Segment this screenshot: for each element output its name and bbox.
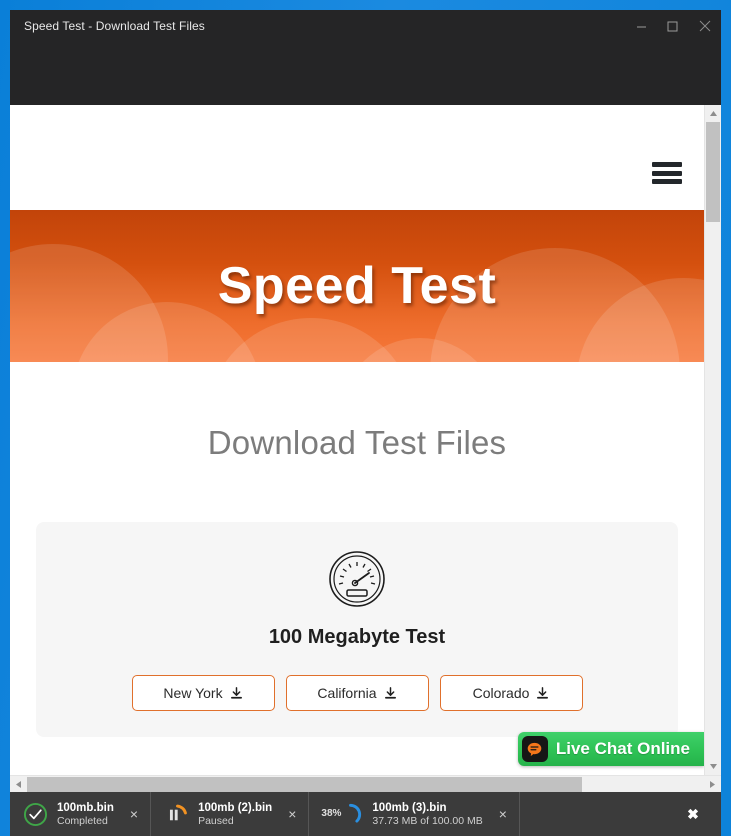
downloads-bar: 100mb.bin Completed × 100mb (2).bin Paus…: [10, 792, 721, 836]
cloud-shape: [206, 318, 416, 362]
download-button-california[interactable]: California: [285, 675, 429, 711]
scroll-up-arrow-icon[interactable]: [705, 105, 721, 122]
close-button[interactable]: [688, 10, 721, 42]
location-label: California: [317, 685, 377, 701]
window-controls: [626, 10, 721, 42]
hamburger-bar: [652, 179, 682, 184]
browser-window: Speed Test - Download Test Files Speed T…: [10, 10, 721, 836]
window-title-bar[interactable]: Speed Test - Download Test Files: [10, 10, 721, 42]
speedometer-icon: [329, 551, 385, 607]
download-dismiss-button[interactable]: ×: [114, 807, 150, 821]
download-file-name: 100mb (3).bin: [372, 801, 447, 814]
download-dismiss-button[interactable]: ×: [483, 807, 519, 821]
download-status: 37.73 MB of 100.00 MB: [372, 814, 483, 827]
download-icon: [230, 686, 242, 699]
horizontal-scrollbar[interactable]: [10, 775, 721, 792]
viewport-row: Speed Test Download Test Files 100 Megab…: [10, 105, 721, 775]
download-dismiss-button[interactable]: ×: [272, 807, 308, 821]
minimize-button[interactable]: [626, 10, 657, 42]
download-file-name: 100mb (2).bin: [198, 801, 273, 814]
chat-bubble-icon: [521, 736, 548, 762]
page-content: Download Test Files 100 Megabyte Test Ne…: [10, 362, 704, 737]
download-texts: 100mb.bin Completed: [57, 801, 114, 828]
download-item-completed[interactable]: 100mb.bin Completed ×: [10, 792, 152, 836]
download-percent: 38%: [321, 808, 342, 819]
card-title: 100 Megabyte Test: [268, 626, 446, 648]
cloud-shape: [340, 338, 500, 362]
scroll-left-arrow-icon[interactable]: [10, 776, 27, 793]
download-file-name: 100mb.bin: [57, 801, 114, 814]
window-title: Speed Test - Download Test Files: [24, 19, 205, 33]
scroll-down-arrow-icon[interactable]: [705, 758, 721, 775]
location-label: New York: [163, 685, 223, 701]
cloud-shape: [10, 244, 168, 362]
hamburger-bar: [652, 162, 682, 167]
download-item-in-progress[interactable]: 38% 100mb (3).bin 37.73 MB of 100.00 MB …: [309, 792, 520, 836]
download-icon: [384, 686, 396, 699]
download-button-colorado[interactable]: Colorado: [439, 675, 583, 711]
progress-arc-icon: 38%: [321, 801, 363, 827]
download-item-paused[interactable]: 100mb (2).bin Paused ×: [151, 792, 310, 836]
page-title: Download Test Files: [207, 424, 507, 461]
download-icon: [537, 686, 549, 699]
download-status: Paused: [198, 814, 234, 827]
live-chat-widget[interactable]: Live Chat Online: [517, 732, 704, 766]
cloud-shape: [576, 278, 704, 362]
close-downloads-bar-button[interactable]: ✖: [665, 792, 721, 836]
web-page: Speed Test Download Test Files 100 Megab…: [10, 105, 704, 775]
gauge-wrap: [36, 550, 678, 608]
maximize-button[interactable]: [657, 10, 688, 42]
hamburger-menu-icon[interactable]: [652, 162, 682, 184]
check-circle-icon: [22, 801, 48, 827]
location-label: Colorado: [472, 685, 530, 701]
horizontal-scrollbar-thumb[interactable]: [27, 776, 582, 792]
download-button-new-york[interactable]: New York: [131, 675, 275, 711]
browser-toolbar-area: [10, 42, 721, 105]
page-viewport: Speed Test Download Test Files 100 Megab…: [10, 105, 704, 775]
live-chat-label: Live Chat Online: [555, 739, 690, 758]
scroll-right-arrow-icon[interactable]: [704, 776, 721, 793]
hamburger-bar: [652, 170, 682, 176]
location-button-row: New York California Colorado: [36, 675, 678, 711]
download-texts: 100mb (2).bin Paused: [198, 801, 272, 828]
vertical-scrollbar-thumb[interactable]: [706, 122, 720, 222]
hero-title: Speed Test: [217, 257, 497, 315]
site-nav: [10, 105, 704, 210]
download-status: Completed: [57, 814, 108, 827]
pause-icon: [163, 801, 189, 827]
horizontal-scrollbar-track[interactable]: [27, 776, 704, 793]
vertical-scrollbar[interactable]: [704, 105, 721, 775]
download-texts: 100mb (3).bin 37.73 MB of 100.00 MB: [372, 801, 482, 828]
download-test-card: 100 Megabyte Test New York California Co…: [36, 522, 678, 737]
hero-banner: Speed Test: [10, 210, 704, 362]
